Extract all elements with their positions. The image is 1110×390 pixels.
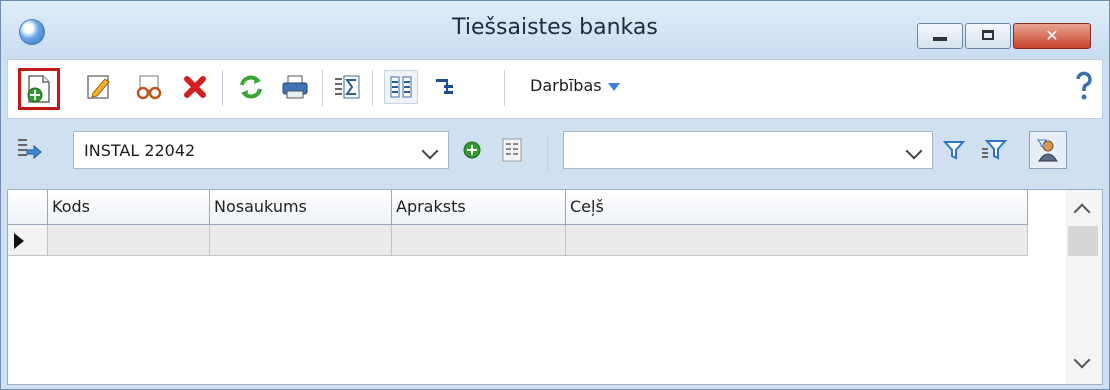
table-cell[interactable] bbox=[392, 225, 566, 255]
table-cell[interactable] bbox=[210, 225, 392, 255]
scroll-thumb[interactable] bbox=[1068, 226, 1098, 256]
column-header[interactable]: Ceļš bbox=[566, 190, 1028, 224]
row-indicator bbox=[8, 225, 48, 255]
add-bank-button[interactable] bbox=[455, 133, 489, 167]
refresh-button[interactable] bbox=[234, 70, 268, 104]
filter-select[interactable] bbox=[563, 131, 933, 169]
main-toolbar: Darbības bbox=[7, 59, 1103, 119]
help-icon bbox=[1076, 71, 1092, 100]
help-button[interactable] bbox=[1071, 70, 1097, 102]
columns-icon bbox=[390, 76, 412, 98]
toolbar-separator bbox=[322, 70, 323, 106]
current-row-arrow-icon bbox=[14, 233, 24, 249]
close-icon: ✕ bbox=[1045, 26, 1059, 45]
list-button[interactable] bbox=[495, 133, 529, 167]
vertical-scrollbar[interactable] bbox=[1066, 190, 1102, 384]
bank-select-value: INSTAL 22042 bbox=[84, 141, 196, 160]
column-header[interactable]: Apraksts bbox=[392, 190, 566, 224]
import-icon bbox=[18, 139, 42, 160]
user-filter-icon bbox=[1037, 139, 1058, 162]
add-icon bbox=[463, 141, 481, 159]
actions-menu[interactable]: Darbības bbox=[530, 76, 620, 95]
list-icon bbox=[502, 138, 522, 162]
advanced-filter-icon bbox=[982, 140, 1007, 160]
user-filter-button[interactable] bbox=[1029, 131, 1067, 169]
columns-button[interactable] bbox=[384, 70, 418, 104]
maximize-icon bbox=[982, 30, 994, 40]
actions-label: Darbības bbox=[530, 76, 602, 95]
toolbar-separator bbox=[222, 70, 223, 106]
chevron-down-icon bbox=[905, 142, 923, 160]
table-cell[interactable] bbox=[566, 225, 1028, 255]
title-bar: Tiešsaistes bankas ✕ bbox=[1, 1, 1109, 59]
new-record-button[interactable] bbox=[18, 68, 60, 110]
new-record-icon bbox=[27, 75, 50, 103]
filter-icon bbox=[942, 141, 966, 160]
import-button[interactable] bbox=[13, 133, 47, 167]
table-row[interactable] bbox=[8, 225, 1028, 256]
filter-bar: INSTAL 22042 bbox=[7, 121, 1103, 185]
hierarchy-icon bbox=[436, 79, 453, 94]
scroll-up-icon[interactable] bbox=[1073, 203, 1091, 221]
close-button[interactable]: ✕ bbox=[1013, 23, 1091, 49]
minimize-icon bbox=[933, 37, 947, 41]
maximize-button[interactable] bbox=[965, 23, 1011, 49]
chevron-down-icon bbox=[421, 142, 439, 160]
grid-header: Kods Nosaukums Apraksts Ceļš bbox=[8, 190, 1028, 225]
refresh-icon bbox=[240, 75, 262, 99]
table-cell[interactable] bbox=[48, 225, 210, 255]
toolbar-separator bbox=[504, 70, 505, 106]
column-header[interactable]: Nosaukums bbox=[210, 190, 392, 224]
filter-separator bbox=[547, 135, 548, 171]
toolbar-separator bbox=[372, 70, 373, 106]
edit-button[interactable] bbox=[82, 70, 116, 104]
delete-button[interactable] bbox=[178, 70, 212, 104]
edit-icon bbox=[87, 75, 110, 99]
hierarchy-button[interactable] bbox=[428, 70, 462, 104]
bank-select[interactable]: INSTAL 22042 bbox=[73, 131, 449, 169]
sum-icon bbox=[335, 75, 360, 99]
print-button[interactable] bbox=[278, 70, 312, 104]
sum-button[interactable] bbox=[330, 70, 364, 104]
filter-button[interactable] bbox=[937, 133, 971, 167]
view-icon bbox=[136, 75, 162, 100]
main-window: Tiešsaistes bankas ✕ Darbības INSTAL 220… bbox=[0, 0, 1110, 390]
print-icon bbox=[282, 75, 308, 99]
delete-icon bbox=[184, 76, 206, 98]
view-button[interactable] bbox=[132, 70, 166, 104]
scroll-down-icon[interactable] bbox=[1073, 351, 1091, 369]
dropdown-triangle-icon bbox=[607, 82, 620, 91]
minimize-button[interactable] bbox=[917, 23, 963, 49]
advanced-filter-button[interactable] bbox=[977, 133, 1011, 167]
row-selector-header bbox=[8, 190, 48, 224]
data-grid: Kods Nosaukums Apraksts Ceļš bbox=[7, 189, 1103, 385]
column-header[interactable]: Kods bbox=[48, 190, 210, 224]
